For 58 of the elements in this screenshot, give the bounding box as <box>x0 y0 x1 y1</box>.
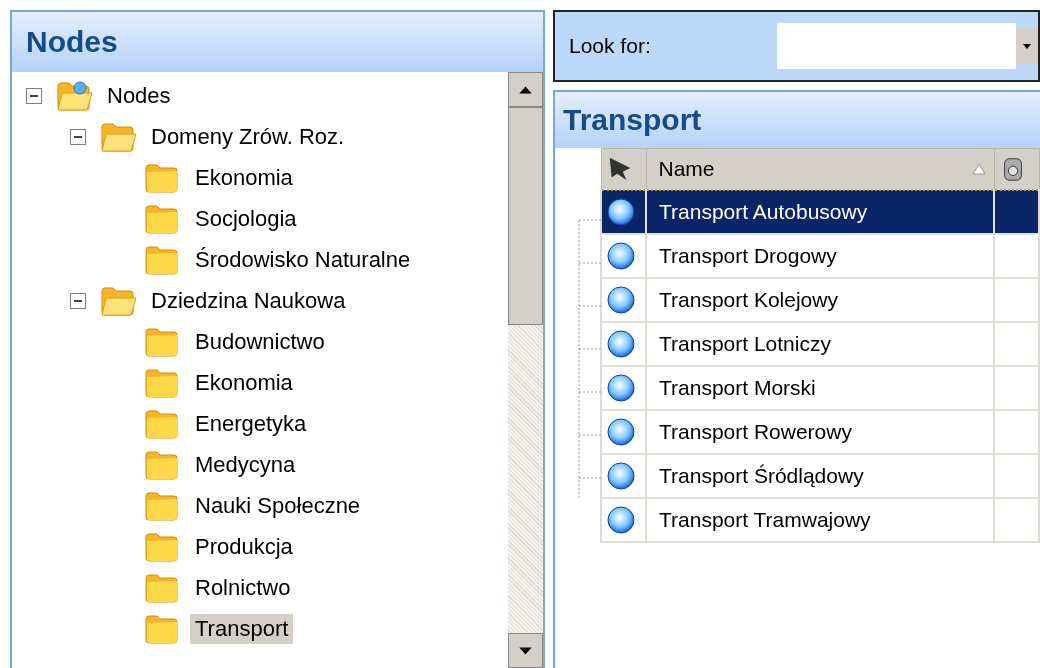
tree-item[interactable]: Produkcja <box>190 531 298 562</box>
row-name: Transport Śródlądowy <box>658 464 864 487</box>
sphere-icon <box>606 285 636 315</box>
folder-icon <box>144 366 180 399</box>
tree-item[interactable]: Budownictwo <box>190 326 330 357</box>
tree-item[interactable]: Ekonomia <box>190 162 298 193</box>
folder-icon <box>144 571 180 604</box>
tree-item[interactable]: Rolnictwo <box>190 572 296 603</box>
row-name: Transport Morski <box>658 376 816 399</box>
row-name: Transport Tramwajowy <box>658 508 871 531</box>
sphere-icon <box>606 373 636 403</box>
scroll-down-icon[interactable] <box>508 633 543 668</box>
sphere-icon <box>606 505 636 535</box>
row-name: Transport Autobusowy <box>658 200 868 223</box>
tree-item[interactable]: Ekonomia <box>190 367 298 398</box>
tree-item[interactable]: Domeny Zrów. Roz. <box>146 121 350 152</box>
folder-icon <box>144 448 180 481</box>
tree-item[interactable]: Transport <box>190 613 294 644</box>
folder-icon <box>144 530 180 563</box>
tree-item[interactable]: Nodes <box>102 80 176 111</box>
collapse-icon[interactable] <box>70 128 86 145</box>
scrollbar[interactable] <box>508 72 543 668</box>
sphere-icon <box>606 461 636 491</box>
sphere-icon <box>606 417 636 447</box>
folder-icon <box>100 284 136 317</box>
folder-icon <box>144 612 180 645</box>
sphere-icon <box>606 329 636 359</box>
collapse-icon[interactable] <box>70 292 86 309</box>
column-header[interactable] <box>994 148 1039 190</box>
row-name: Transport Lotniczy <box>658 332 831 355</box>
search-field[interactable] <box>777 23 1016 69</box>
panel-title: Transport <box>563 103 702 137</box>
panel-title: Nodes <box>26 25 118 59</box>
row-name: Transport Rowerowy <box>658 420 852 443</box>
scroll-up-icon[interactable] <box>508 72 543 107</box>
row-name: Transport Kolejowy <box>658 288 838 311</box>
folder-icon <box>144 161 180 194</box>
folder-icon <box>100 120 136 153</box>
search-label: Look for: <box>569 34 652 58</box>
tree-item[interactable]: Socjologia <box>190 203 302 234</box>
tree-item[interactable]: Dziedzina Naukowa <box>146 285 351 316</box>
folder-icon <box>56 79 92 112</box>
column-header[interactable] <box>601 148 646 190</box>
tree-item[interactable]: Środowisko Naturalne <box>190 244 416 275</box>
tree-item[interactable]: Medycyna <box>190 449 301 480</box>
sphere-icon <box>606 197 636 227</box>
row-name: Transport Drogowy <box>658 244 837 267</box>
scroll-thumb[interactable] <box>508 107 543 325</box>
folder-icon <box>144 489 180 522</box>
tree-item[interactable]: Energetyka <box>190 408 312 439</box>
column-header[interactable]: Name <box>646 148 994 190</box>
collapse-icon[interactable] <box>26 87 42 104</box>
sphere-icon <box>606 241 636 271</box>
tree-item[interactable]: Nauki Społeczne <box>190 490 366 521</box>
folder-icon <box>144 243 180 276</box>
folder-icon <box>144 202 180 235</box>
folder-icon <box>144 407 180 440</box>
folder-icon <box>144 325 180 358</box>
